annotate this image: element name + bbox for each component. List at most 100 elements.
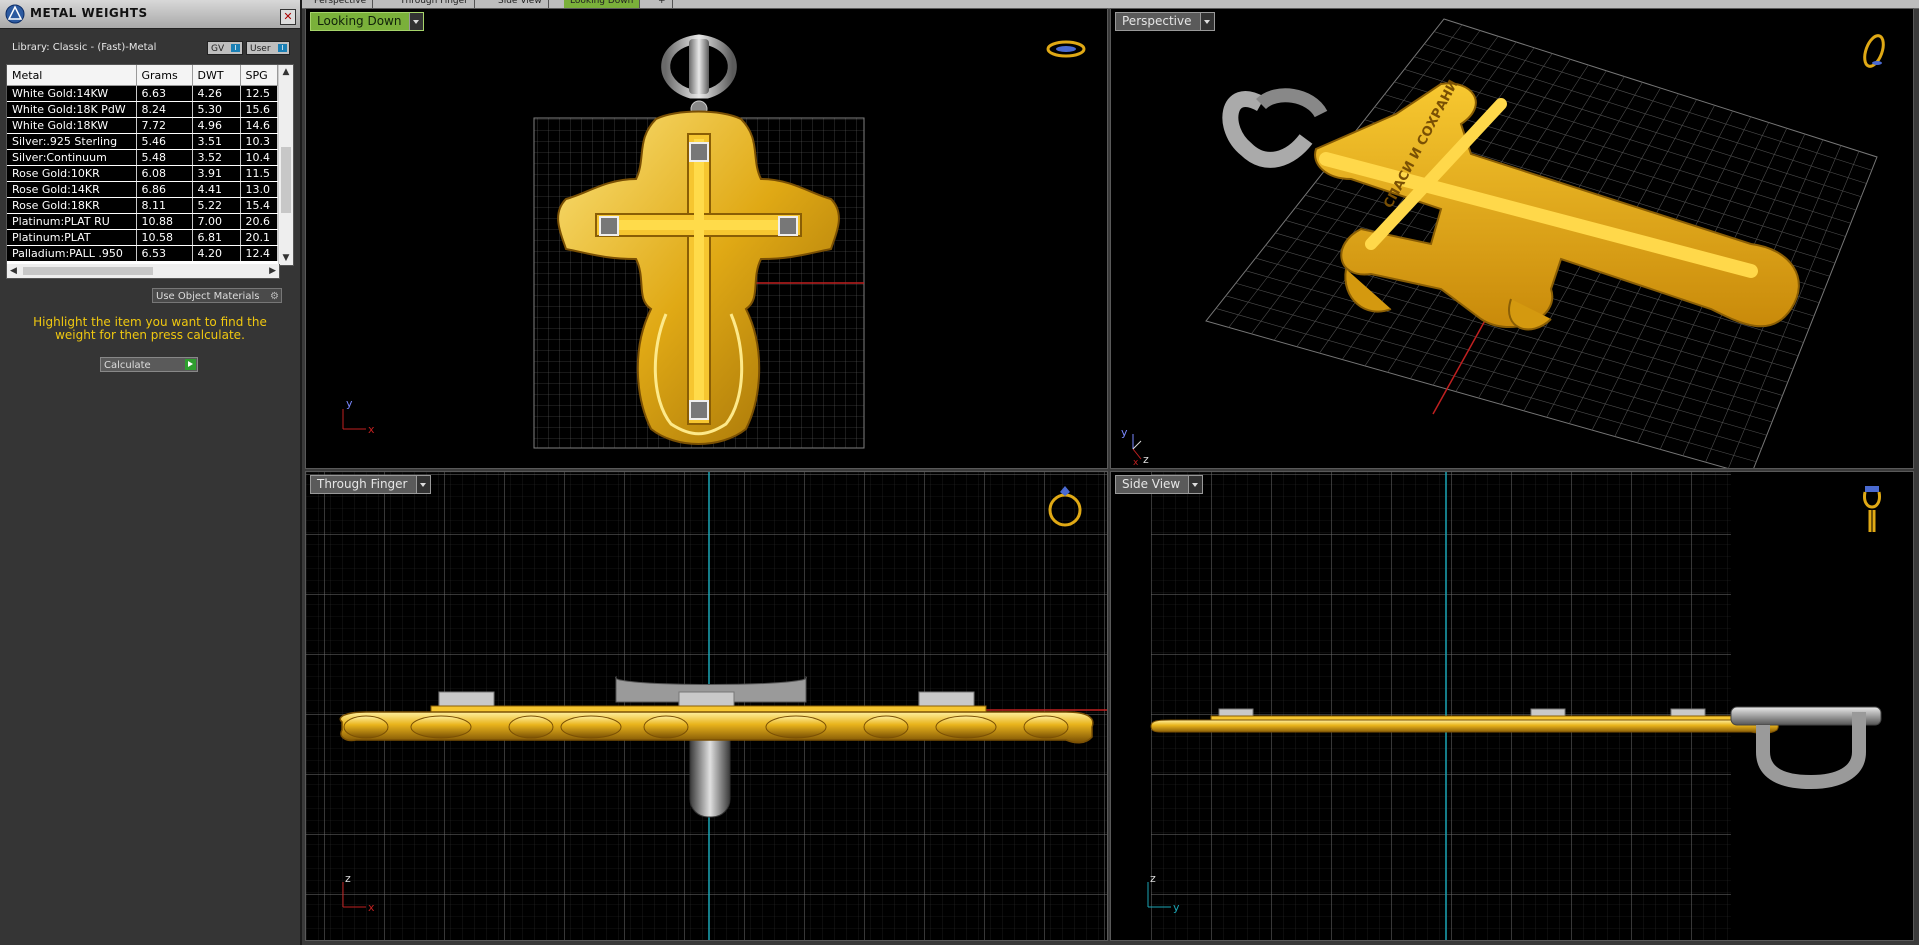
viewport-label-through-finger[interactable]: Through Finger — [310, 475, 431, 494]
cell-grams: 7.72 — [136, 117, 193, 134]
viewport-side-view[interactable]: Side View z y — [1110, 471, 1914, 941]
cell-spg: 10.4 — [240, 149, 278, 166]
table-row[interactable]: Silver:Continuum 5.48 3.52 10.4 — [7, 149, 278, 166]
scroll-down-icon[interactable]: ▼ — [279, 253, 293, 263]
ring-view-icon[interactable] — [1861, 33, 1887, 69]
gv-toggle-label: GV — [211, 44, 225, 54]
looking-down-scene: y x — [342, 34, 1086, 449]
metal-weights-panel: METAL WEIGHTS ✕ Library: Classic - (Fast… — [0, 0, 302, 945]
tab-perspective[interactable]: Perspective — [308, 0, 374, 8]
axis-label-z: z — [1150, 872, 1156, 885]
chevron-down-icon[interactable] — [409, 13, 424, 30]
instruction-text: Highlight the item you want to find the … — [33, 315, 267, 342]
cell-spg: 12.4 — [240, 245, 278, 262]
cell-grams: 8.24 — [136, 101, 193, 118]
column-header-metal[interactable]: Metal — [7, 65, 137, 86]
table-row[interactable]: Palladium:PALL .950 6.53 4.20 12.4 — [7, 245, 278, 262]
chevron-down-icon[interactable] — [1199, 13, 1214, 30]
scroll-thumb[interactable] — [281, 147, 291, 213]
cell-grams: 5.48 — [136, 149, 193, 166]
cell-spg: 15.4 — [240, 197, 278, 214]
toggle-knob-icon: I — [278, 44, 287, 52]
tab-through-finger[interactable]: Through Finger — [394, 0, 475, 8]
cell-dwt: 4.26 — [192, 85, 241, 102]
table-header-row: Metal Grams DWT SPG — [7, 65, 278, 86]
cell-metal: White Gold:14KW — [7, 85, 137, 102]
user-toggle[interactable]: User I — [246, 41, 290, 55]
ring-view-icon[interactable] — [1046, 40, 1086, 58]
use-object-materials-button[interactable]: Use Object Materials ⚙ — [152, 288, 282, 303]
close-icon[interactable]: ✕ — [280, 9, 296, 25]
toggle-knob-icon: I — [231, 44, 240, 52]
tab-side-view[interactable]: Side View — [492, 0, 549, 8]
cell-dwt: 3.52 — [192, 149, 241, 166]
cell-dwt: 4.20 — [192, 245, 241, 262]
column-header-grams[interactable]: Grams — [136, 65, 193, 86]
viewport-label-looking-down[interactable]: Looking Down — [310, 12, 425, 31]
table-row[interactable]: Rose Gold:10KR 6.08 3.91 11.5 — [7, 165, 278, 182]
cell-metal: Rose Gold:18KR — [7, 197, 137, 214]
viewport-name: Perspective — [1122, 14, 1192, 28]
silver-bail — [661, 34, 737, 118]
cell-grams: 10.58 — [136, 229, 193, 246]
viewport-perspective[interactable]: Perspective СПАСИ И СОХРАНИ y z x — [1110, 8, 1914, 469]
axis-label-x: x — [368, 901, 375, 914]
gold-cross-profile — [1150, 715, 1779, 734]
cell-metal: Rose Gold:10KR — [7, 165, 137, 182]
cell-metal: Silver:Continuum — [7, 149, 137, 166]
ring-view-icon[interactable] — [1863, 486, 1881, 532]
table-row[interactable]: Platinum:PLAT RU 10.88 7.00 20.6 — [7, 213, 278, 230]
gv-toggle[interactable]: GV I — [207, 41, 243, 55]
axis-label-y: y — [1173, 901, 1180, 914]
panel-title-bar[interactable]: METAL WEIGHTS ✕ — [0, 0, 300, 29]
table-row[interactable]: Silver:.925 Sterling 5.46 3.51 10.3 — [7, 133, 278, 150]
cell-dwt: 5.22 — [192, 197, 241, 214]
table-row[interactable]: Platinum:PLAT 10.58 6.81 20.1 — [7, 229, 278, 246]
major-grid — [1151, 472, 1731, 940]
viewport-looking-down[interactable]: Looking Down y x — [305, 8, 1108, 469]
axis-label-z: z — [345, 872, 351, 885]
viewport-label-perspective[interactable]: Perspective — [1115, 12, 1215, 31]
viewport-name: Through Finger — [317, 477, 408, 491]
table-row[interactable]: White Gold:14KW 6.63 4.26 12.5 — [7, 85, 278, 102]
table-row[interactable]: White Gold:18K PdW 8.24 5.30 15.6 — [7, 101, 278, 118]
cell-dwt: 5.30 — [192, 101, 241, 118]
scroll-left-icon[interactable]: ◀ — [10, 264, 17, 278]
use-object-materials-label: Use Object Materials — [156, 291, 260, 302]
cell-grams: 6.08 — [136, 165, 193, 182]
viewport-through-finger[interactable]: Through Finger z x — [305, 471, 1108, 941]
column-header-dwt[interactable]: DWT — [192, 65, 241, 86]
side-view-scene: z y — [1147, 472, 1882, 940]
cell-metal: Rose Gold:14KR — [7, 181, 137, 198]
user-toggle-label: User — [250, 44, 271, 54]
cell-grams: 10.88 — [136, 213, 193, 230]
chevron-down-icon[interactable] — [1188, 476, 1203, 493]
scroll-thumb[interactable] — [23, 267, 153, 275]
cell-dwt: 3.91 — [192, 165, 241, 182]
cell-dwt: 4.41 — [192, 181, 241, 198]
table-row[interactable]: Rose Gold:18KR 8.11 5.22 15.4 — [7, 197, 278, 214]
perspective-scene: СПАСИ И СОХРАНИ y z x — [1121, 18, 1887, 468]
table-row[interactable]: Rose Gold:14KR 6.86 4.41 13.0 — [7, 181, 278, 198]
calculate-button[interactable]: Calculate — [100, 357, 198, 372]
cell-metal: Platinum:PLAT — [7, 229, 137, 246]
cell-grams: 6.53 — [136, 245, 193, 262]
scroll-up-icon[interactable]: ▲ — [279, 67, 293, 77]
cell-grams: 6.63 — [136, 85, 193, 102]
cell-spg: 20.1 — [240, 229, 278, 246]
scroll-right-icon[interactable]: ▶ — [269, 264, 276, 278]
table-horizontal-scrollbar[interactable]: ◀ ▶ — [6, 264, 280, 279]
chevron-down-icon[interactable] — [415, 476, 430, 493]
app-logo-icon — [5, 4, 25, 24]
tab-looking-down[interactable]: Looking Down — [564, 0, 641, 8]
table-row[interactable]: White Gold:18KW 7.72 4.96 14.6 — [7, 117, 278, 134]
column-header-spg[interactable]: SPG — [240, 65, 278, 86]
viewport-label-side-view[interactable]: Side View — [1115, 475, 1204, 494]
tab-add[interactable]: + — [652, 0, 673, 8]
cell-dwt: 7.00 — [192, 213, 241, 230]
cell-spg: 11.5 — [240, 165, 278, 182]
table-vertical-scrollbar[interactable]: ▲ ▼ — [278, 65, 293, 265]
cell-spg: 14.6 — [240, 117, 278, 134]
cell-metal: White Gold:18K PdW — [7, 101, 137, 118]
cell-metal: Silver:.925 Sterling — [7, 133, 137, 150]
